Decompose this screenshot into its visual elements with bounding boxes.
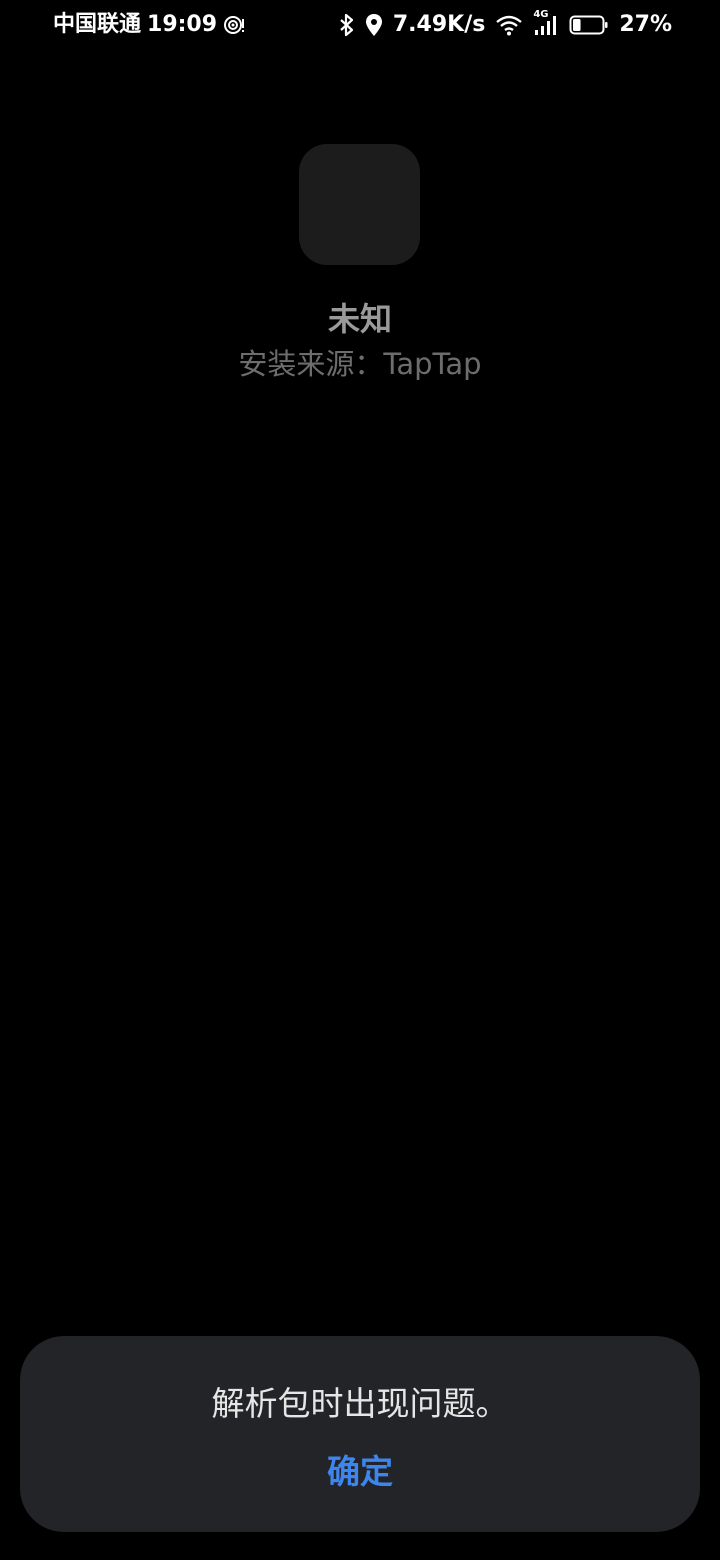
app-name: 未知 [327, 300, 392, 338]
screen: 中国联通 19:09 7.49K/s 4G 27% 未知 安装来源：TapTap… [0, 0, 720, 1560]
status-right: 7.49K/s 4G 27% [339, 9, 672, 41]
app-icon-placeholder [299, 144, 420, 265]
confirm-button[interactable]: 确定 [285, 1444, 435, 1500]
network-type-label: 4G [533, 9, 549, 20]
hotspot-icon [223, 14, 245, 36]
dialog-message: 解析包时出现问题。 [211, 1384, 509, 1423]
status-bar: 中国联通 19:09 7.49K/s 4G 27% [0, 0, 720, 50]
clock: 19:09 [147, 12, 218, 37]
wifi-icon [495, 14, 523, 36]
status-left: 中国联通 19:09 [53, 9, 245, 41]
cellular-signal-icon: 4G [533, 10, 559, 36]
battery-percent: 27% [619, 12, 672, 37]
net-speed: 7.49K/s [392, 12, 486, 37]
bluetooth-icon [339, 13, 355, 37]
battery-icon [569, 14, 609, 36]
install-source-label: 安装来源：TapTap [238, 347, 482, 381]
error-dialog: 解析包时出现问题。 确定 [20, 1336, 700, 1532]
location-icon [365, 13, 383, 37]
carrier-label: 中国联通 [53, 12, 142, 37]
